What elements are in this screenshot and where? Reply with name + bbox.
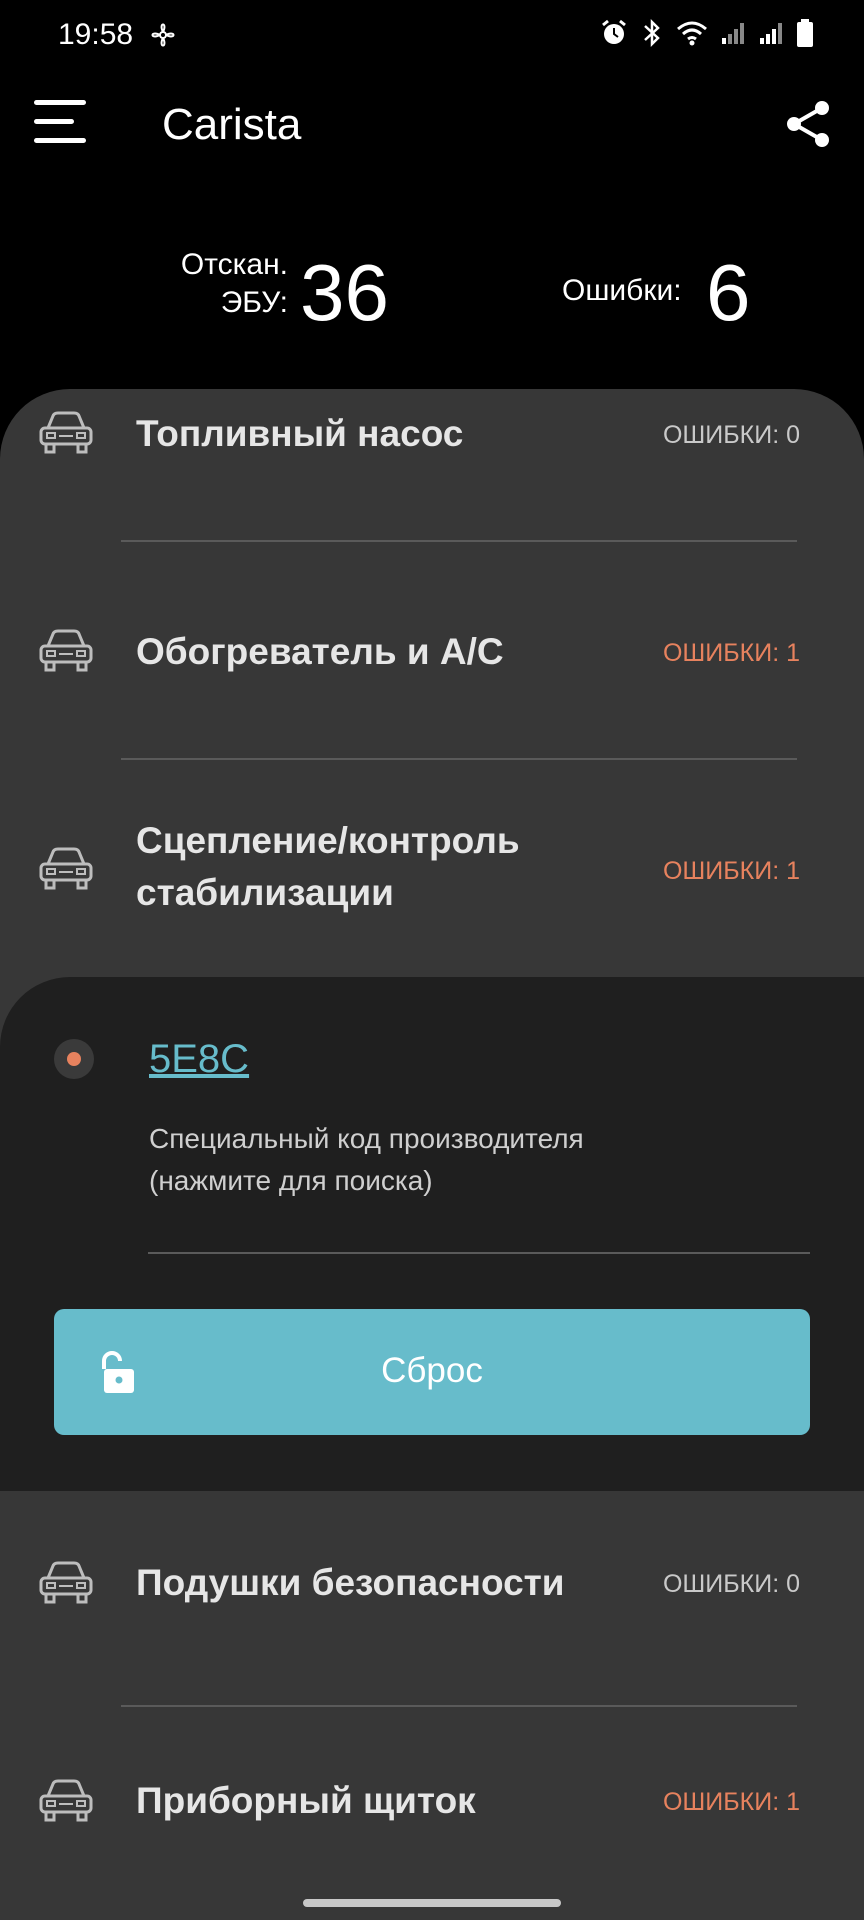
home-indicator[interactable] [303, 1899, 561, 1907]
app-bar: Carista [0, 76, 864, 176]
app-title: Carista [162, 100, 302, 149]
scan-summary: Отскан. ЭБУ: 36 Ошибки: 6 [0, 236, 864, 346]
status-icons [600, 18, 814, 48]
status-bar: 19:58 [0, 0, 864, 76]
module-row-airbags[interactable]: Подушки безопасности ОШИБКИ: 0 [0, 1491, 864, 1681]
car-icon [39, 1561, 93, 1604]
module-name: Приборный щиток [136, 1780, 476, 1821]
module-name: Топливный насос [136, 413, 464, 454]
car-icon [39, 847, 93, 890]
menu-button[interactable] [34, 100, 92, 152]
car-icon [39, 629, 93, 672]
reset-button[interactable]: Сброс [54, 1309, 810, 1435]
module-name: Сцепление/контроль стабилизации [136, 815, 520, 919]
module-name-line1: Сцепление/контроль [136, 820, 520, 861]
module-row-instrument-cluster[interactable]: Приборный щиток ОШИБКИ: 1 [0, 1719, 864, 1909]
alarm-icon [602, 19, 626, 44]
menu-icon-line [34, 100, 86, 105]
bluetooth-icon [644, 18, 660, 48]
fan-icon [151, 23, 175, 47]
module-row-heater-ac[interactable]: Обогреватель и A/C ОШИБКИ: 1 [0, 579, 864, 749]
errors-label: Ошибки: [562, 274, 682, 307]
reset-button-label: Сброс [381, 1351, 483, 1390]
error-dot [67, 1052, 81, 1066]
scanned-label-line1: Отскан. [180, 248, 288, 281]
signal-1-icon [722, 23, 744, 44]
scanned-ecu-count: 36 [300, 248, 389, 337]
error-code-link[interactable]: 5E8C [149, 1037, 249, 1082]
divider [121, 758, 797, 760]
car-icon [39, 411, 93, 454]
module-name: Обогреватель и A/C [136, 631, 504, 672]
status-time: 19:58 [58, 18, 134, 51]
module-name: Подушки безопасности [136, 1562, 565, 1603]
module-name-line2: стабилизации [136, 872, 394, 913]
share-icon[interactable] [782, 98, 834, 150]
battery-icon [797, 19, 813, 47]
error-details-panel: 5E8C Специальный код производителя (нажм… [0, 977, 864, 1491]
module-errors: ОШИБКИ: 1 [662, 857, 800, 885]
description-line2: (нажмите для поиска) [149, 1165, 433, 1196]
divider [121, 1705, 797, 1707]
module-row-stability-control[interactable]: Сцепление/контроль стабилизации ОШИБКИ: … [0, 789, 864, 977]
errors-count: 6 [706, 248, 751, 337]
module-errors: ОШИБКИ: 1 [662, 639, 800, 667]
menu-icon-line [34, 138, 86, 143]
scanned-ecu-label: Отскан. ЭБУ: [150, 246, 288, 322]
menu-icon-line [34, 119, 74, 124]
signal-2-icon [760, 23, 782, 44]
scanned-label-line2: ЭБУ: [220, 286, 288, 319]
module-errors: ОШИБКИ: 1 [662, 1788, 800, 1816]
module-errors: ОШИБКИ: 0 [662, 421, 800, 449]
error-code-description: Специальный код производителя (нажмите д… [149, 1118, 749, 1202]
module-list: Топливный насос ОШИБКИ: 0 Обогреватель и… [0, 389, 864, 1920]
module-row-fuel-pump[interactable]: Топливный насос ОШИБКИ: 0 [0, 389, 864, 539]
description-line1: Специальный код производителя [149, 1123, 584, 1154]
divider [121, 540, 797, 542]
divider [148, 1252, 810, 1254]
error-indicator-icon [54, 1039, 94, 1079]
wifi-icon [677, 21, 707, 46]
car-icon [39, 1779, 93, 1822]
module-errors: ОШИБКИ: 0 [662, 1570, 800, 1598]
